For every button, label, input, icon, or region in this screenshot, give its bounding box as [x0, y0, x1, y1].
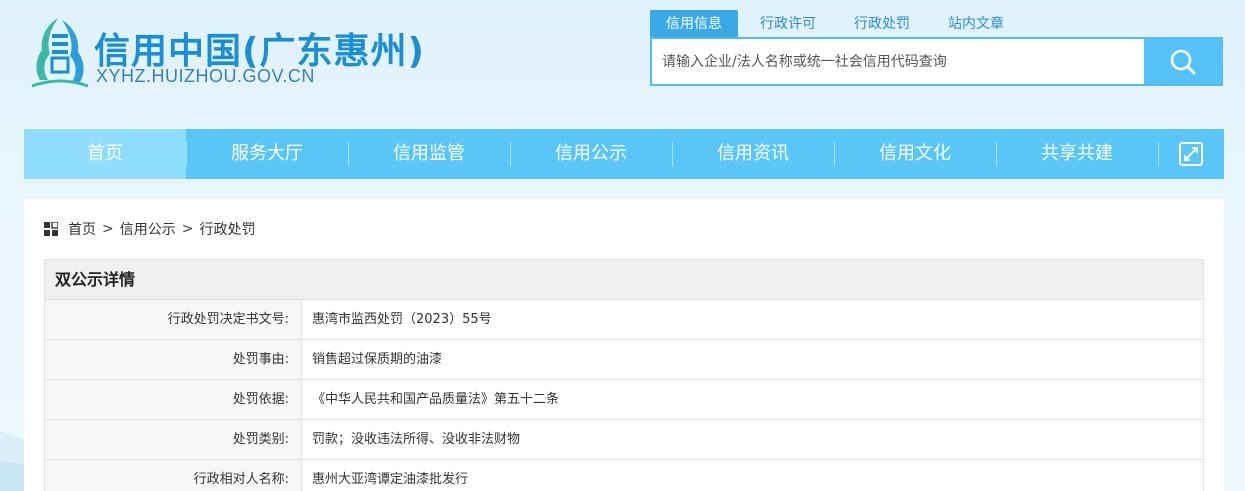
site-logo[interactable]: 信用中国(广东惠州) XYHZ.HUIZHOU.GOV.CN: [28, 14, 448, 94]
table-row: 处罚依据: 《中华人民共和国产品质量法》第五十二条: [45, 380, 1203, 420]
expand-icon: [1179, 142, 1203, 166]
nav-item-credit-culture[interactable]: 信用文化: [834, 129, 996, 179]
field-label: 处罚依据:: [45, 380, 302, 419]
field-value: 销售超过保质期的油漆: [312, 352, 443, 367]
search-icon: [1170, 49, 1195, 74]
field-label: 处罚事由:: [45, 340, 302, 379]
nav-item-credit-supervision[interactable]: 信用监管: [348, 129, 510, 179]
search-tab-admin-license[interactable]: 行政许可: [744, 10, 832, 38]
breadcrumb-credit-publicity[interactable]: 信用公示: [120, 219, 176, 239]
search-tab-credit-info[interactable]: 信用信息: [650, 10, 738, 38]
search-tab-admin-penalty[interactable]: 行政处罚: [838, 10, 926, 38]
search-button[interactable]: [1144, 39, 1221, 84]
table-row: 行政相对人名称: 惠州大亚湾谭定油漆批发行: [45, 460, 1203, 491]
field-value: 《中华人民共和国产品质量法》第五十二条: [312, 392, 560, 407]
breadcrumb-grid-icon: [44, 222, 58, 236]
nav-item-home[interactable]: 首页: [24, 129, 186, 179]
breadcrumb-home[interactable]: 首页: [68, 219, 96, 239]
credit-logo-icon: [31, 18, 89, 88]
table-row: 行政处罚决定书文号: 惠湾市监西处罚（2023）55号: [45, 300, 1203, 340]
nav-item-credit-news[interactable]: 信用资讯: [672, 129, 834, 179]
breadcrumb-separator: >: [181, 221, 194, 237]
search-box: [650, 37, 1223, 86]
search-tab-site-articles[interactable]: 站内文章: [932, 10, 1020, 38]
content-panel: 首页 > 信用公示 > 行政处罚 双公示详情 行政处罚决定书文号: 惠湾市监西处…: [24, 199, 1224, 491]
field-value: 惠州大亚湾谭定油漆批发行: [312, 472, 469, 487]
field-value: 罚款；没收违法所得、没收非法财物: [312, 432, 521, 447]
site-url: XYHZ.HUIZHOU.GOV.CN: [96, 66, 315, 86]
table-row: 处罚类别: 罚款；没收违法所得、没收非法财物: [45, 420, 1203, 460]
table-row: 处罚事由: 销售超过保质期的油漆: [45, 340, 1203, 380]
detail-table: 双公示详情 行政处罚决定书文号: 惠湾市监西处罚（2023）55号 处罚事由: …: [44, 259, 1204, 491]
field-value: 惠湾市监西处罚（2023）55号: [312, 312, 492, 327]
nav-item-shared-construction[interactable]: 共享共建: [996, 129, 1158, 179]
nav-item-credit-publicity[interactable]: 信用公示: [510, 129, 672, 179]
breadcrumb-admin-penalty[interactable]: 行政处罚: [199, 219, 255, 239]
field-label: 行政处罚决定书文号:: [45, 300, 302, 339]
breadcrumb-separator: >: [102, 221, 114, 237]
nav-item-service-hall[interactable]: 服务大厅: [186, 129, 348, 179]
main-nav: 首页 服务大厅 信用监管 信用公示 信用资讯 信用文化 共享共建: [24, 129, 1224, 179]
search-tabs: 信用信息 行政许可 行政处罚 站内文章: [650, 10, 1026, 38]
detail-heading: 双公示详情: [45, 260, 1203, 300]
field-label: 行政相对人名称:: [45, 460, 302, 491]
search-input[interactable]: [652, 39, 1144, 84]
breadcrumb: 首页 > 信用公示 > 行政处罚: [44, 219, 255, 239]
field-label: 处罚类别:: [45, 420, 302, 459]
nav-expand-button[interactable]: [1158, 129, 1224, 179]
